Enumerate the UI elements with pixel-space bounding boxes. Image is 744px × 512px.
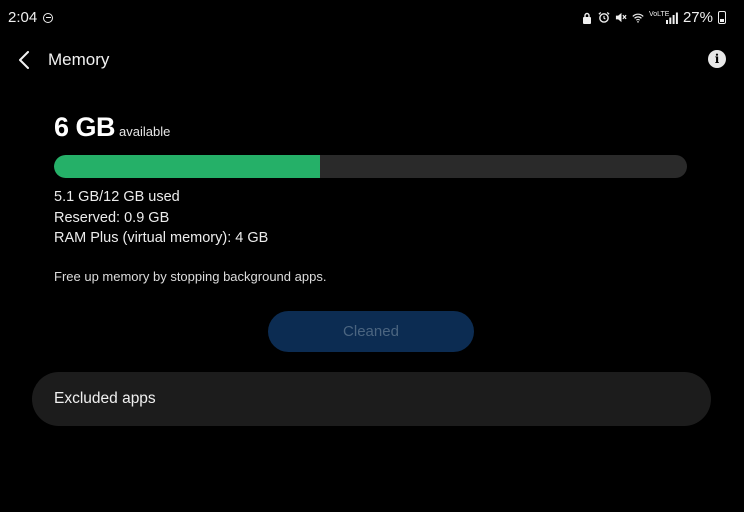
battery-icon xyxy=(718,11,726,24)
memory-usage-bar xyxy=(54,155,687,178)
info-icon[interactable]: i xyxy=(708,50,726,68)
app-header: Memory i xyxy=(0,40,744,80)
dnd-icon xyxy=(43,12,54,23)
volte-icon: VoLTE xyxy=(648,10,670,18)
used-line: 5.1 GB/12 GB used xyxy=(54,189,180,205)
status-right: VoLTE 27% xyxy=(581,9,726,26)
excluded-apps-card[interactable]: Excluded apps xyxy=(32,372,711,426)
status-left: 2:04 xyxy=(8,9,54,26)
available-value: 6 GB xyxy=(54,112,116,142)
ram-plus-line: RAM Plus (virtual memory): 4 GB xyxy=(54,230,269,246)
memory-details: 5.1 GB/12 GB used Reserved: 0.9 GB RAM P… xyxy=(54,187,694,249)
wifi-icon xyxy=(632,11,644,25)
alarm-icon xyxy=(598,11,610,25)
signal-icon xyxy=(665,11,678,25)
memory-usage-fill xyxy=(54,155,320,178)
status-time: 2:04 xyxy=(8,9,38,26)
lock-icon xyxy=(581,11,593,25)
hint-text: Free up memory by stopping background ap… xyxy=(54,268,327,284)
battery-percent: 27% xyxy=(682,9,713,26)
reserved-line: Reserved: 0.9 GB xyxy=(54,209,170,226)
excluded-apps-label: Excluded apps xyxy=(54,390,156,407)
cleaned-button[interactable]: Cleaned xyxy=(268,311,474,352)
memory-summary: 6 GB available 5.1 GB/12 GB used Reserve… xyxy=(54,112,694,284)
status-bar: 2:04 VoLTE 27% xyxy=(0,0,744,34)
available-row: 6 GB available xyxy=(54,112,694,143)
mute-icon xyxy=(615,11,627,25)
chevron-left-icon xyxy=(19,51,29,69)
page-title: Memory xyxy=(48,50,110,69)
available-label: available xyxy=(119,124,171,139)
back-button[interactable] xyxy=(12,48,36,72)
